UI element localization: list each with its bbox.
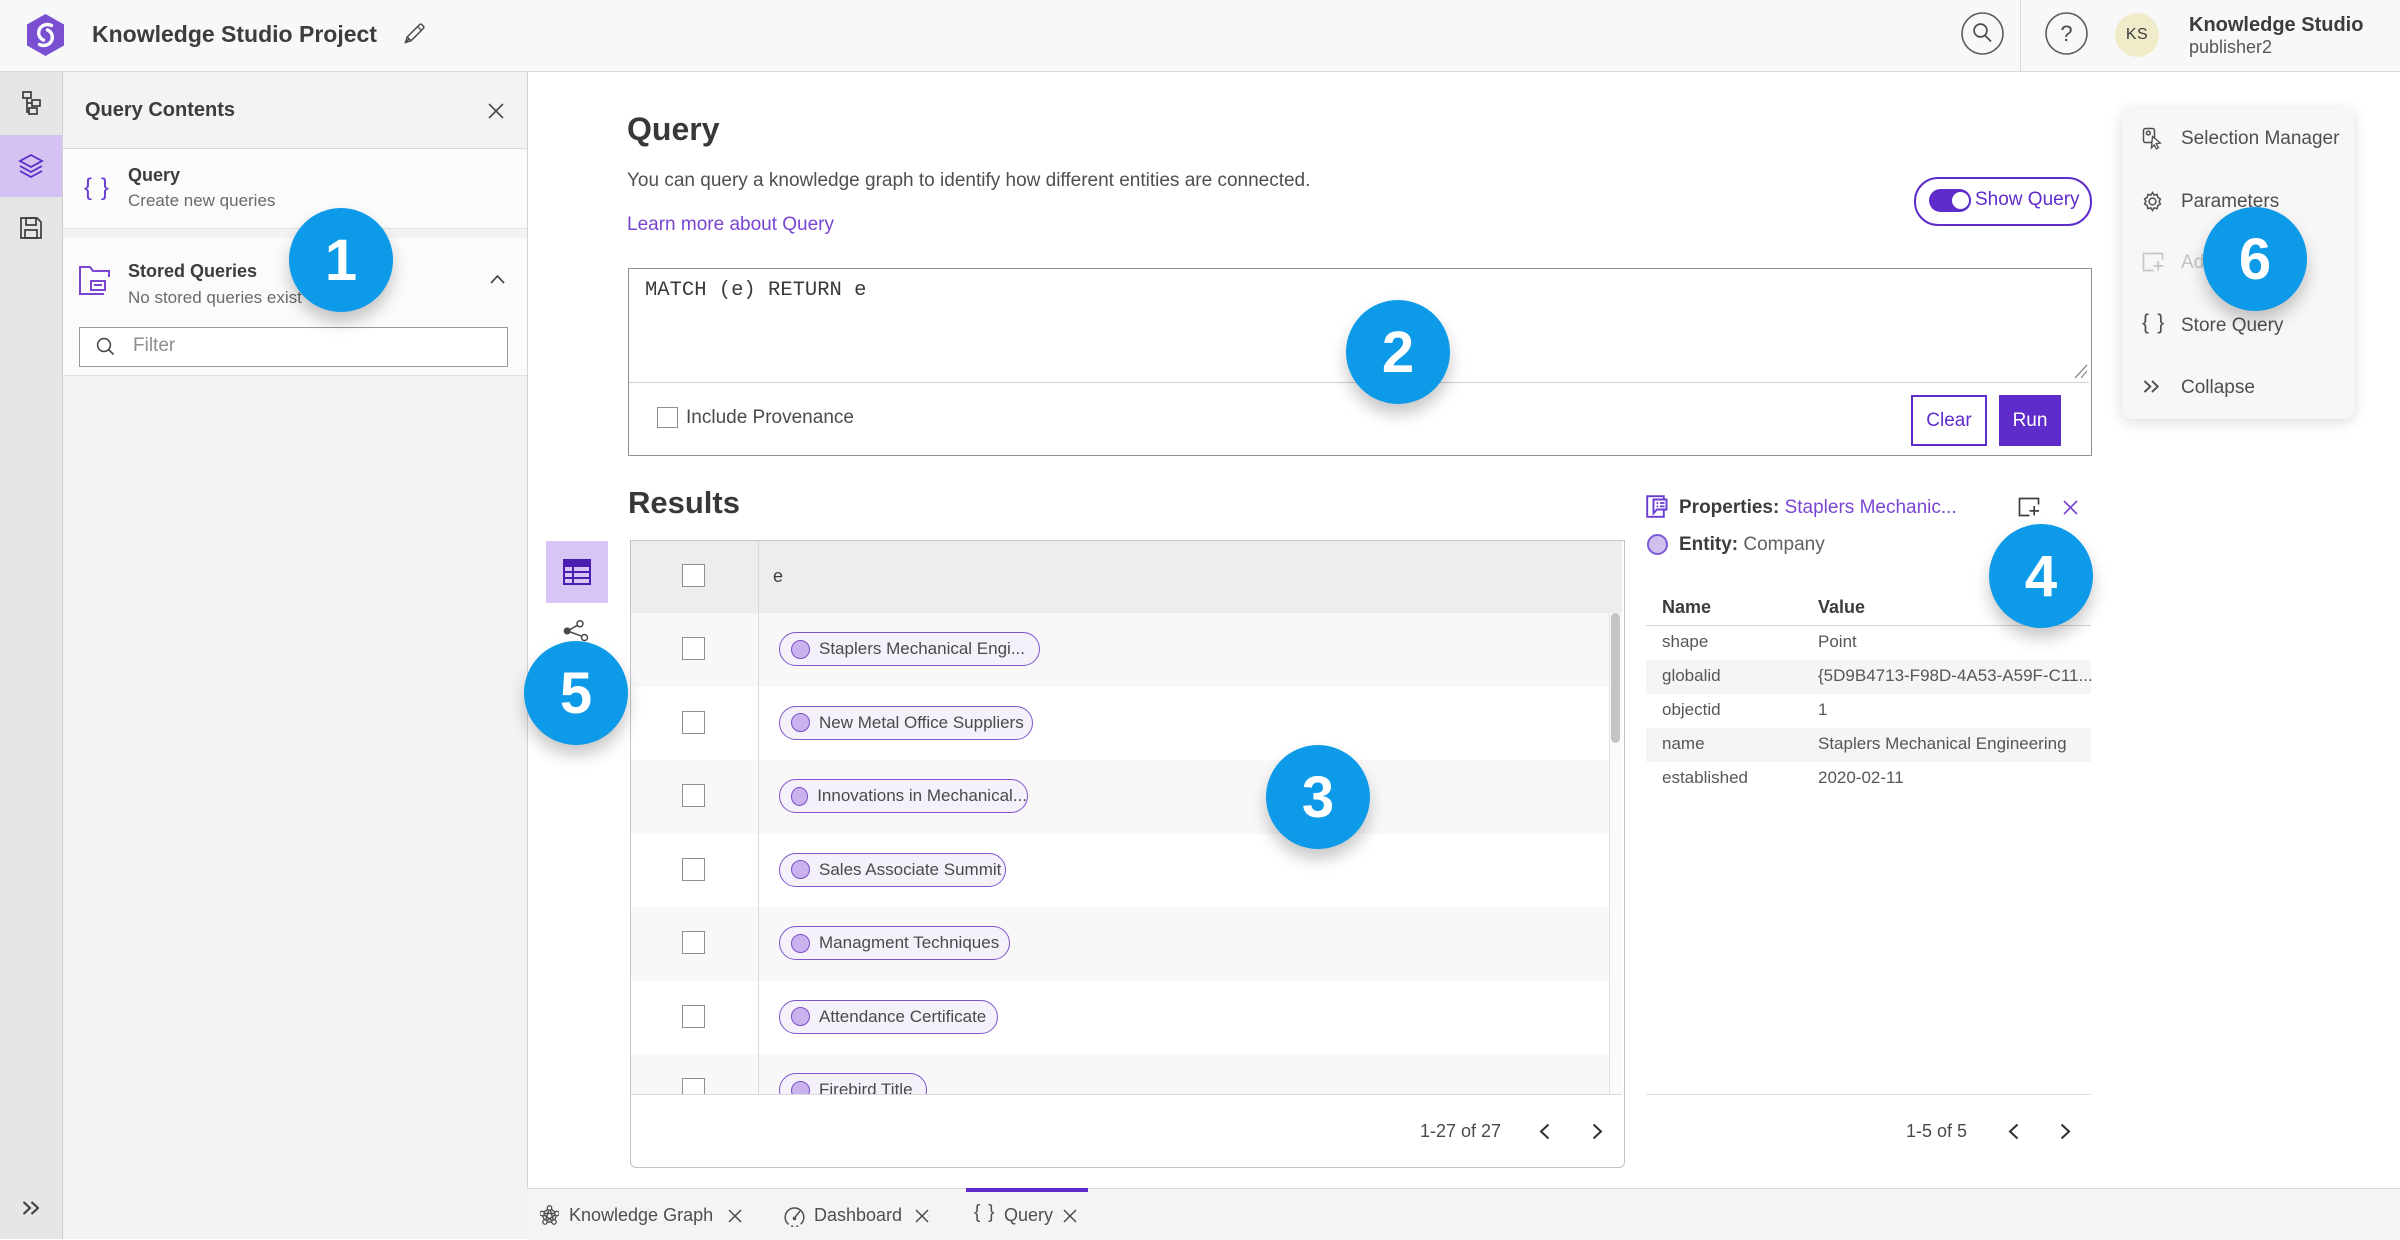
svg-text:?: ?: [2060, 21, 2072, 46]
